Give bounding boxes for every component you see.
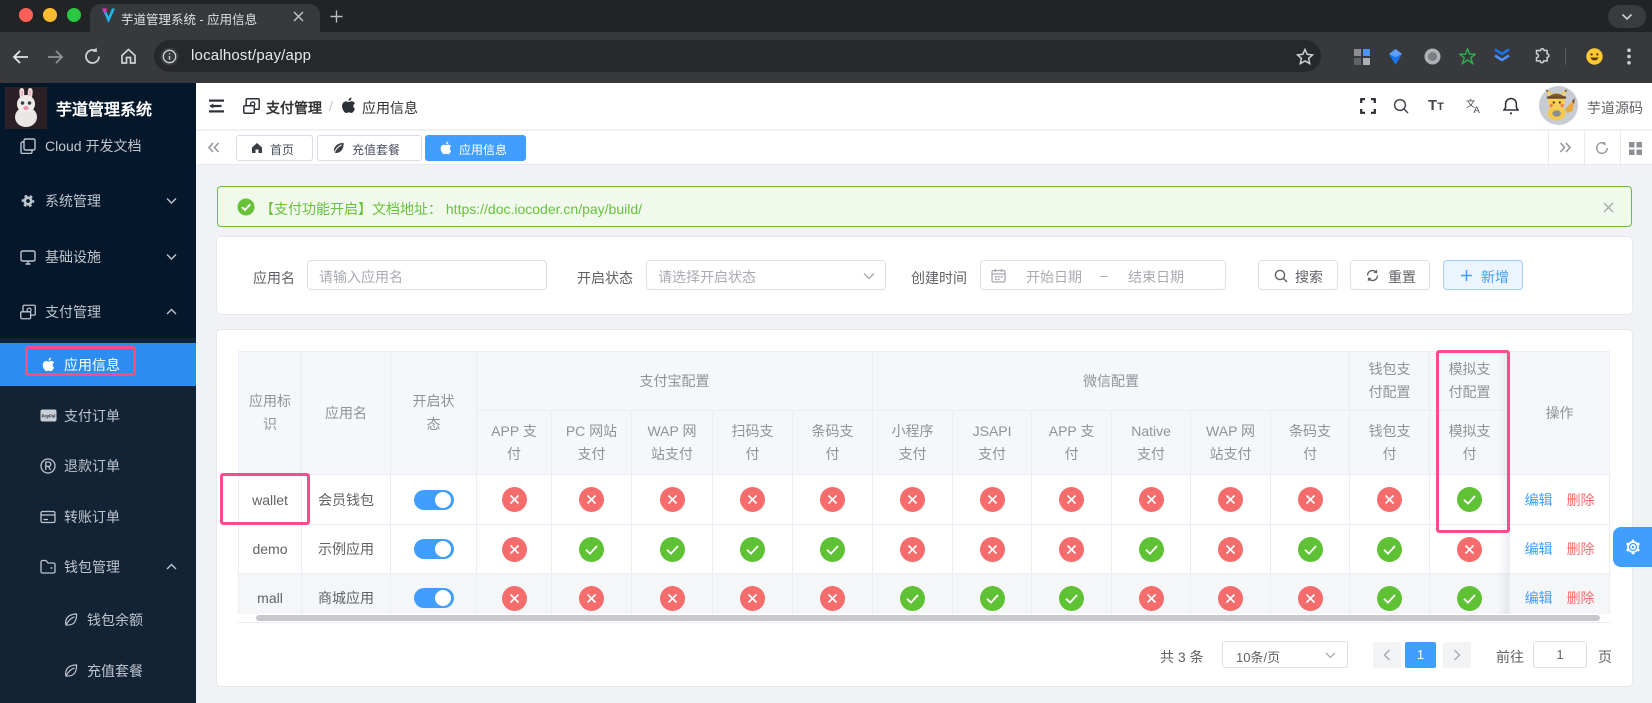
svg-text:A: A xyxy=(1474,105,1481,114)
svg-text:PayPal: PayPal xyxy=(42,414,56,419)
